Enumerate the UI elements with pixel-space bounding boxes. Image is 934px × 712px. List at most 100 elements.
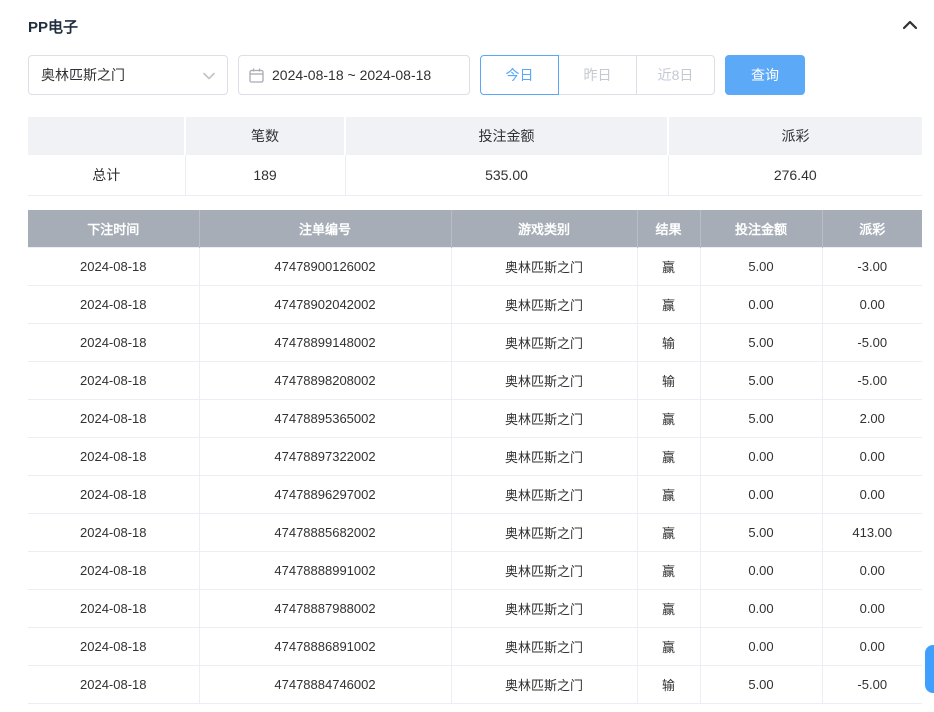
panel-header: PP电子 [28, 14, 922, 38]
cell-bet-time: 2024-08-18 [28, 248, 199, 286]
header-bet-amount: 投注金额 [700, 210, 822, 248]
cell-game-type: 奥林匹斯之门 [451, 628, 637, 666]
cell-bet-time: 2024-08-18 [28, 590, 199, 628]
cell-order-no: 47478887988002 [199, 590, 451, 628]
cell-order-no: 47478898208002 [199, 362, 451, 400]
table-row: 2024-08-18 47478884746002 奥林匹斯之门 输 5.00 … [28, 666, 922, 704]
table-row: 2024-08-18 47478899148002 奥林匹斯之门 输 5.00 … [28, 324, 922, 362]
cell-bet-amount: 0.00 [700, 552, 822, 590]
cell-bet-time: 2024-08-18 [28, 286, 199, 324]
cell-result: 赢 [637, 248, 700, 286]
cell-order-no: 47478888991002 [199, 552, 451, 590]
cell-bet-amount: 0.00 [700, 476, 822, 514]
cell-game-type: 奥林匹斯之门 [451, 400, 637, 438]
cell-bet-time: 2024-08-18 [28, 324, 199, 362]
cell-result: 输 [637, 362, 700, 400]
table-row: 2024-08-18 47478896297002 奥林匹斯之门 赢 0.00 … [28, 476, 922, 514]
cell-payout: 0.00 [822, 590, 922, 628]
summary-total-label: 总计 [28, 155, 185, 195]
collapse-button[interactable] [898, 14, 922, 38]
cell-bet-time: 2024-08-18 [28, 514, 199, 552]
cell-payout: 0.00 [822, 628, 922, 666]
cell-payout: 0.00 [822, 476, 922, 514]
cell-game-type: 奥林匹斯之门 [451, 248, 637, 286]
summary-header-payout: 派彩 [668, 117, 922, 155]
cell-bet-amount: 0.00 [700, 286, 822, 324]
quick-date-buttons: 今日 昨日 近8日 [480, 55, 715, 95]
cell-game-type: 奥林匹斯之门 [451, 552, 637, 590]
table-row: 2024-08-18 47478885682002 奥林匹斯之门 赢 5.00 … [28, 514, 922, 552]
cell-result: 赢 [637, 552, 700, 590]
table-row: 2024-08-18 47478888991002 奥林匹斯之门 赢 0.00 … [28, 552, 922, 590]
pp-electronic-panel: PP电子 奥林匹斯之门 2024-08-18 ~ 2024-08-18 今日 昨… [0, 0, 934, 712]
cell-bet-time: 2024-08-18 [28, 628, 199, 666]
cell-result: 赢 [637, 590, 700, 628]
summary-total-payout: 276.40 [668, 155, 922, 195]
date-range-value: 2024-08-18 ~ 2024-08-18 [272, 67, 431, 83]
summary-total-count: 189 [185, 155, 345, 195]
cell-bet-amount: 5.00 [700, 248, 822, 286]
cell-order-no: 47478900126002 [199, 248, 451, 286]
cell-payout: -3.00 [822, 248, 922, 286]
cell-game-type: 奥林匹斯之门 [451, 514, 637, 552]
cell-order-no: 47478885682002 [199, 514, 451, 552]
summary-total-row: 总计 189 535.00 276.40 [28, 155, 922, 195]
cell-bet-amount: 5.00 [700, 400, 822, 438]
cell-bet-time: 2024-08-18 [28, 476, 199, 514]
cell-game-type: 奥林匹斯之门 [451, 590, 637, 628]
cell-bet-time: 2024-08-18 [28, 362, 199, 400]
bets-header-row: 下注时间 注单编号 游戏类别 结果 投注金额 派彩 [28, 210, 922, 248]
cell-payout: 0.00 [822, 286, 922, 324]
table-row: 2024-08-18 47478900126002 奥林匹斯之门 赢 5.00 … [28, 248, 922, 286]
cell-bet-time: 2024-08-18 [28, 438, 199, 476]
cell-bet-amount: 5.00 [700, 362, 822, 400]
calendar-icon [249, 68, 264, 83]
cell-bet-time: 2024-08-18 [28, 666, 199, 704]
today-button[interactable]: 今日 [480, 55, 559, 95]
cell-result: 赢 [637, 476, 700, 514]
cell-bet-time: 2024-08-18 [28, 552, 199, 590]
summary-header-empty [28, 117, 185, 155]
cell-game-type: 奥林匹斯之门 [451, 362, 637, 400]
cell-result: 输 [637, 324, 700, 362]
summary-table: 笔数 投注金额 派彩 总计 189 535.00 276.40 [28, 117, 922, 196]
header-game-type: 游戏类别 [451, 210, 637, 248]
cell-payout: -5.00 [822, 362, 922, 400]
cell-game-type: 奥林匹斯之门 [451, 476, 637, 514]
yesterday-button[interactable]: 昨日 [558, 55, 637, 95]
cell-result: 赢 [637, 438, 700, 476]
cell-game-type: 奥林匹斯之门 [451, 324, 637, 362]
table-row: 2024-08-18 47478897322002 奥林匹斯之门 赢 0.00 … [28, 438, 922, 476]
filter-bar: 奥林匹斯之门 2024-08-18 ~ 2024-08-18 今日 昨日 近8日… [28, 55, 922, 95]
table-row: 2024-08-18 47478887988002 奥林匹斯之门 赢 0.00 … [28, 590, 922, 628]
cell-payout: 413.00 [822, 514, 922, 552]
cell-result: 输 [637, 666, 700, 704]
game-select-value: 奥林匹斯之门 [41, 65, 125, 85]
cell-bet-amount: 5.00 [700, 324, 822, 362]
cell-payout: 0.00 [822, 438, 922, 476]
cell-order-no: 47478895365002 [199, 400, 451, 438]
cell-result: 赢 [637, 514, 700, 552]
cell-bet-time: 2024-08-18 [28, 400, 199, 438]
cell-order-no: 47478886891002 [199, 628, 451, 666]
cell-bet-amount: 5.00 [700, 666, 822, 704]
table-row: 2024-08-18 47478895365002 奥林匹斯之门 赢 5.00 … [28, 400, 922, 438]
cell-order-no: 47478896297002 [199, 476, 451, 514]
header-order-no: 注单编号 [199, 210, 451, 248]
cell-game-type: 奥林匹斯之门 [451, 438, 637, 476]
summary-header-count: 笔数 [185, 117, 345, 155]
floating-widget[interactable] [925, 645, 934, 693]
bets-table: 下注时间 注单编号 游戏类别 结果 投注金额 派彩 2024-08-18 474… [28, 210, 922, 705]
cell-order-no: 47478897322002 [199, 438, 451, 476]
table-row: 2024-08-18 47478898208002 奥林匹斯之门 输 5.00 … [28, 362, 922, 400]
date-range-input[interactable]: 2024-08-18 ~ 2024-08-18 [238, 55, 470, 95]
header-bet-time: 下注时间 [28, 210, 199, 248]
bets-table-body: 2024-08-18 47478900126002 奥林匹斯之门 赢 5.00 … [28, 248, 922, 704]
query-button[interactable]: 查询 [725, 55, 805, 95]
game-select[interactable]: 奥林匹斯之门 [28, 55, 228, 95]
cell-game-type: 奥林匹斯之门 [451, 286, 637, 324]
header-result: 结果 [637, 210, 700, 248]
cell-payout: -5.00 [822, 324, 922, 362]
last-8-days-button[interactable]: 近8日 [636, 55, 715, 95]
chevron-up-icon [902, 17, 918, 35]
